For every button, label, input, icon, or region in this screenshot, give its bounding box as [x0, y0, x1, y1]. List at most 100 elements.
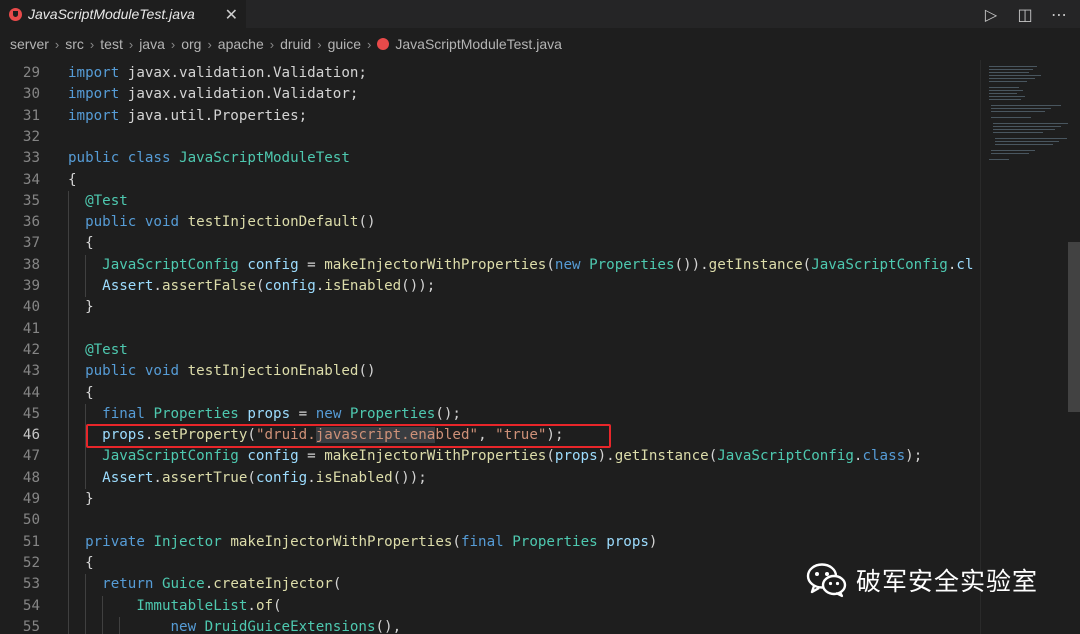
split-editor-icon[interactable]: ◫	[1014, 3, 1036, 25]
code-token: of	[255, 597, 274, 614]
tab-title: JavaScriptModuleTest.java	[28, 6, 195, 22]
code-token: "true"	[495, 427, 547, 444]
minimap-line	[989, 66, 1037, 67]
code-token: =	[290, 405, 316, 422]
code-token: Assert	[102, 278, 154, 294]
code-token: testInjectionDefault	[187, 214, 359, 231]
code-token: (),	[375, 618, 402, 634]
code-token: new	[554, 256, 581, 273]
code-line[interactable]: 39 Assert.assertFalse(config.isEnabled()…	[0, 276, 980, 297]
code-line[interactable]: 32	[0, 127, 980, 148]
code-line[interactable]: 30 import javax.validation.Validator;	[0, 84, 980, 105]
code-token: .	[307, 469, 316, 486]
code-token: }	[68, 299, 94, 316]
breadcrumb-separator: ›	[89, 36, 95, 52]
code-line[interactable]: 42 @Test	[0, 340, 980, 361]
code-token: getInstance	[614, 448, 709, 465]
code-line[interactable]: 29 import javax.validation.Validation;	[0, 63, 980, 84]
code-token: createInjector	[213, 576, 333, 593]
line-number: 29	[22, 65, 40, 81]
breadcrumb-item[interactable]: JavaScriptModuleTest.java	[395, 36, 562, 52]
breadcrumb-item[interactable]: guice	[328, 36, 361, 52]
breadcrumb-item[interactable]: server	[10, 36, 49, 52]
line-number: 44	[22, 384, 40, 401]
code-text: final Properties props = new Properties(…	[68, 404, 461, 425]
breadcrumb-separator: ›	[207, 36, 212, 52]
close-icon[interactable]: ✕	[225, 5, 238, 24]
code-line[interactable]: 34 {	[0, 170, 980, 191]
code-token: =	[298, 448, 325, 465]
code-line[interactable]: 37 {	[0, 233, 980, 254]
code-token: .	[247, 597, 256, 614]
code-line[interactable]: 54 ImmutableList.of(	[0, 596, 980, 617]
breadcrumb-item[interactable]: druid	[280, 36, 311, 52]
code-line[interactable]: 48 Assert.assertTrue(config.isEnabled())…	[0, 468, 980, 489]
code-text: public class JavaScriptModuleTest	[68, 148, 350, 169]
code-line[interactable]: 31 import java.util.Properties;	[0, 106, 980, 127]
code-token: setProperty	[153, 427, 248, 444]
code-line[interactable]: 55 new DruidGuiceExtensions(),	[0, 617, 980, 634]
scrollbar-thumb[interactable]	[1068, 242, 1080, 412]
line-number: 49	[22, 491, 40, 507]
code-token: ();	[435, 405, 461, 422]
code-token: final	[102, 405, 145, 422]
code-text: JavaScriptConfig config = makeInjectorWi…	[68, 446, 922, 467]
code-editor[interactable]: 29 import javax.validation.Validation; 30 i…	[0, 60, 980, 634]
code-token: (	[247, 427, 256, 444]
breadcrumb-item[interactable]: org	[181, 36, 201, 52]
editor-tab[interactable]: JavaScriptModuleTest.java ✕	[0, 0, 247, 28]
code-token: =	[298, 256, 325, 273]
code-token: ()).	[674, 256, 709, 273]
selection-highlight: javascript.ena	[315, 427, 436, 444]
code-token: public	[85, 363, 137, 380]
code-line[interactable]: 49 }	[0, 489, 980, 510]
minimap-line	[989, 90, 1023, 91]
line-number: 51	[22, 533, 40, 550]
code-line[interactable]: 38 JavaScriptConfig config = makeInjecto…	[0, 255, 980, 276]
code-token: .	[153, 278, 162, 294]
code-token: public	[68, 150, 120, 167]
breadcrumb-item[interactable]: apache	[218, 36, 264, 52]
breadcrumb-item[interactable]: src	[65, 36, 84, 52]
minimap[interactable]	[980, 60, 1069, 634]
run-icon[interactable]: ▷	[980, 3, 1002, 25]
code-line[interactable]: 51 private Injector makeInjectorWithProp…	[0, 532, 980, 553]
code-line[interactable]: 46 props.setProperty("druid.javascript.e…	[0, 425, 980, 446]
code-line[interactable]: 36 public void testInjectionDefault()	[0, 212, 980, 233]
code-line[interactable]: 40 }	[0, 297, 980, 318]
code-line[interactable]: 47 JavaScriptConfig config = makeInjecto…	[0, 446, 980, 467]
code-token: cl	[956, 256, 974, 273]
code-text: }	[68, 297, 94, 318]
minimap-line	[991, 117, 1031, 118]
code-token: {	[68, 235, 94, 252]
breadcrumb-item[interactable]: test	[100, 36, 123, 52]
breadcrumb-item[interactable]: java	[139, 36, 165, 52]
code-line[interactable]: 33 public class JavaScriptModuleTest	[0, 148, 980, 169]
code-line[interactable]: 44 {	[0, 383, 980, 404]
breadcrumb-separator: ›	[54, 36, 60, 52]
code-text: Assert.assertTrue(config.isEnabled());	[68, 468, 427, 489]
line-number: 46	[22, 427, 40, 444]
line-number: 47	[22, 448, 40, 465]
more-actions-icon[interactable]: ⋯	[1048, 3, 1070, 25]
code-token: class	[127, 150, 171, 167]
code-line[interactable]: 41	[0, 319, 980, 340]
indent-guide	[85, 403, 87, 489]
code-line[interactable]: 50	[0, 510, 980, 531]
line-number: 54	[22, 597, 40, 614]
code-token: final	[460, 533, 504, 550]
code-token: (	[546, 448, 555, 465]
code-line[interactable]: 43 public void testInjectionEnabled()	[0, 361, 980, 382]
code-text: public void testInjectionEnabled()	[68, 361, 375, 382]
minimap-line	[993, 123, 1069, 124]
code-token: props	[102, 427, 145, 444]
code-text: }	[68, 489, 94, 510]
code-line[interactable]: 35 @Test	[0, 191, 980, 212]
code-line[interactable]: 45 final Properties props = new Properti…	[0, 404, 980, 425]
